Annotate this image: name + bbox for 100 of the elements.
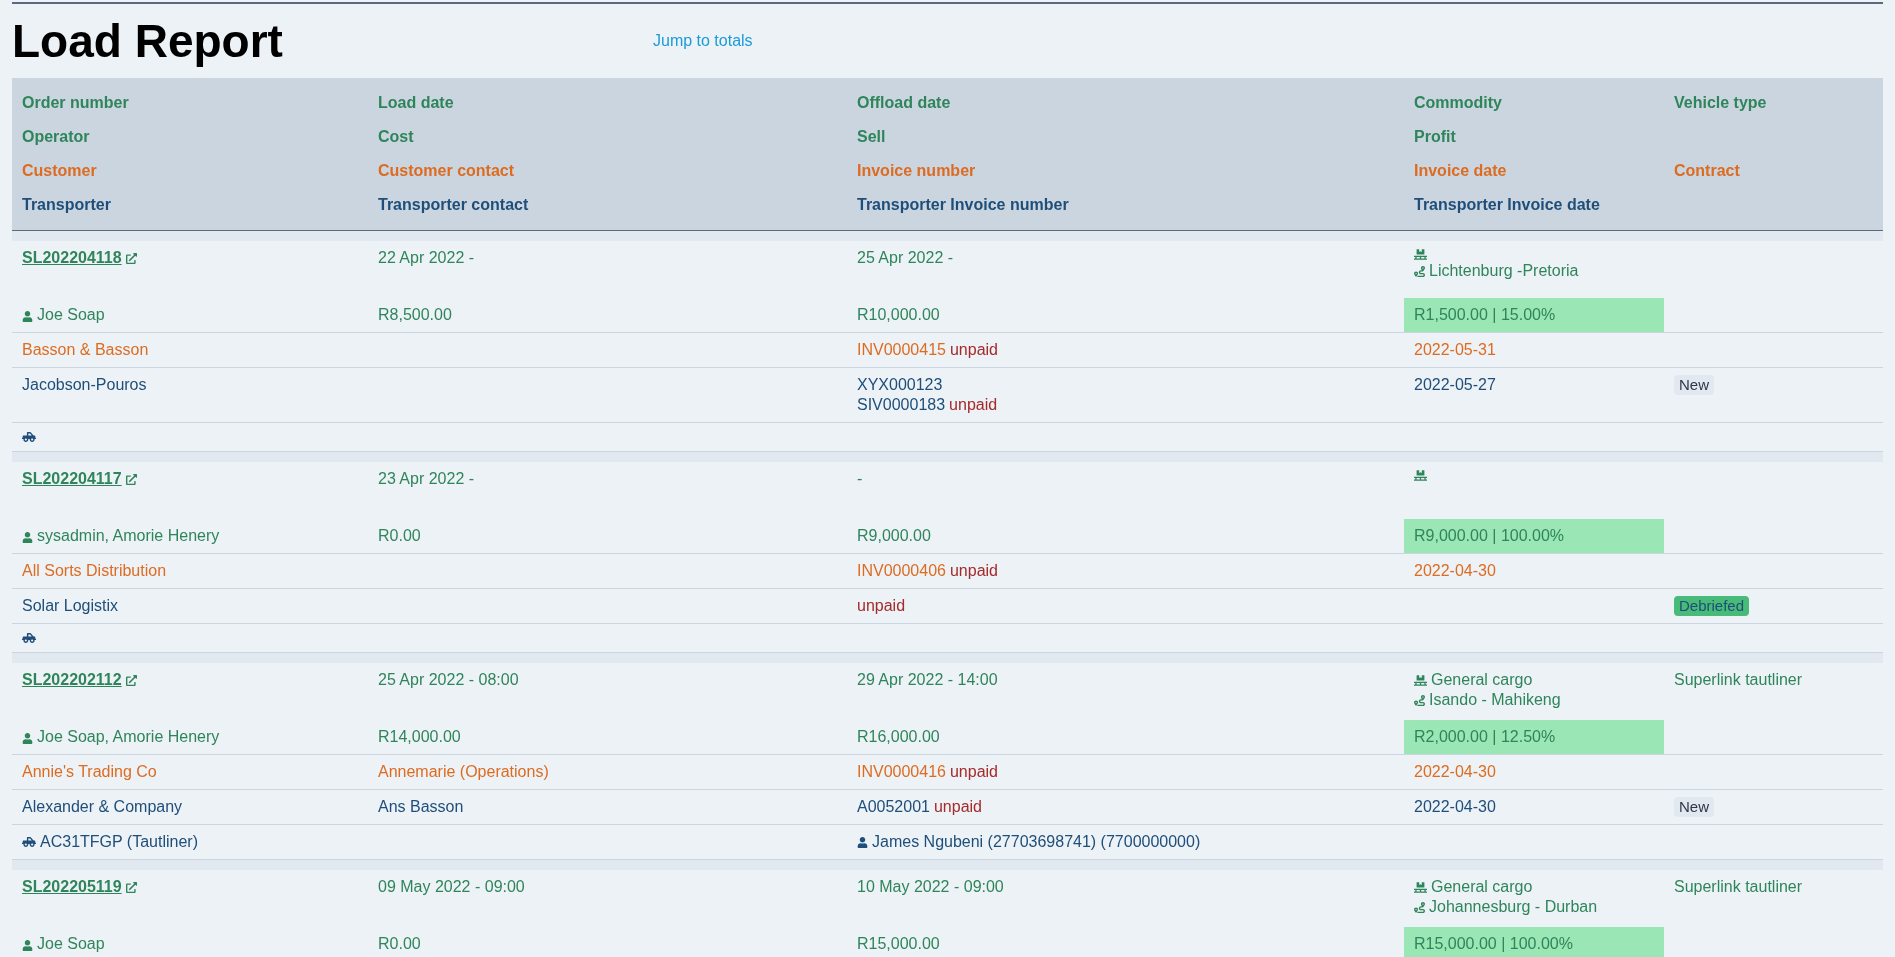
person-icon (857, 836, 868, 848)
profit-cell: R9,000.00 | 100.00% (1404, 519, 1664, 553)
pallet-icon (1414, 469, 1427, 482)
invoice-status: unpaid (949, 561, 998, 581)
cost: R14,000.00 (378, 728, 461, 745)
invoice-number: INV0000406 (857, 561, 946, 581)
invoice-date: 2022-05-31 (1414, 341, 1496, 358)
order-number-link[interactable]: SL202202112 (22, 670, 122, 690)
column-heading: Load date (378, 94, 454, 111)
vehicle-type: Superlink tautliner (1674, 878, 1803, 895)
person-icon (22, 732, 33, 744)
column-heading: Customer contact (378, 162, 515, 179)
vehicle-type: Superlink tautliner (1674, 671, 1803, 688)
invoice-status: unpaid (949, 762, 998, 782)
status-badge: New (1674, 375, 1714, 395)
transporter-invoice-status: unpaid (949, 395, 998, 415)
jump-to-totals-link[interactable]: Jump to totals (653, 29, 753, 53)
transporter-invoice-status: unpaid (933, 797, 982, 817)
column-heading: Transporter Invoice number (857, 196, 1069, 213)
load-date: 09 May 2022 - 09:00 (378, 878, 525, 895)
external-link-icon[interactable] (125, 253, 137, 264)
transporter: Alexander & Company (22, 798, 183, 815)
transporter-contact: Ans Basson (378, 798, 464, 815)
sell: R10,000.00 (857, 306, 940, 323)
external-link-icon[interactable] (125, 882, 137, 893)
person-icon (22, 531, 33, 543)
column-heading: Customer (22, 162, 97, 179)
commodity: General cargo (1431, 877, 1533, 897)
profit-cell: R1,500.00 | 15.00% (1404, 298, 1664, 332)
order-number-link[interactable]: SL202204117 (22, 469, 122, 489)
invoice-number: INV0000416 (857, 762, 946, 782)
profit-cell: R15,000.00 | 100.00% (1404, 927, 1664, 957)
offload-date: - (857, 470, 863, 487)
customer: All Sorts Distribution (22, 562, 167, 579)
vehicle: AC31TFGP (Tautliner) (40, 832, 198, 852)
transporter: Solar Logistix (22, 597, 119, 614)
status-badge: New (1674, 797, 1714, 817)
pallet-icon (1414, 673, 1427, 687)
column-heading: Cost (378, 128, 414, 145)
external-link-icon[interactable] (125, 675, 137, 686)
operator: sysadmin, Amorie Henery (37, 526, 220, 546)
driver: James Ngubeni (27703698741) (7700000000) (872, 832, 1201, 852)
order-number-link[interactable]: SL202204118 (22, 248, 122, 268)
customer-contact: Annemarie (Operations) (378, 763, 549, 780)
route-icon (1414, 694, 1425, 706)
transporter-invoice-date: 2022-05-27 (1414, 376, 1496, 393)
column-heading: Invoice number (857, 162, 976, 179)
invoice-date: 2022-04-30 (1414, 562, 1496, 579)
offload-date: 10 May 2022 - 09:00 (857, 878, 1004, 895)
pallet-icon (1414, 880, 1427, 894)
column-heading: Order number (22, 94, 129, 111)
order-number-link[interactable]: SL202205119 (22, 877, 122, 897)
commodity: General cargo (1431, 670, 1533, 690)
route: Isando - Mahikeng (1429, 690, 1561, 710)
operator: Joe Soap (37, 305, 105, 325)
truck-icon (22, 835, 36, 849)
sell: R9,000.00 (857, 527, 931, 544)
invoice-date: 2022-04-30 (1414, 763, 1496, 780)
transporter-invoice-number: SIV0000183 (857, 395, 946, 415)
load-date: 23 Apr 2022 - (378, 470, 475, 487)
column-heading: Invoice date (1414, 162, 1507, 179)
offload-date: 25 Apr 2022 - (857, 249, 954, 266)
person-icon (22, 310, 33, 322)
invoice-number: INV0000415 (857, 340, 946, 360)
transporter-invoice-status: unpaid (857, 596, 906, 616)
person-icon (22, 939, 33, 951)
status-badge: Debriefed (1674, 596, 1750, 616)
cost: R0.00 (378, 527, 421, 544)
route-icon (1414, 265, 1425, 277)
customer: Basson & Basson (22, 341, 149, 358)
column-heading: Contract (1674, 162, 1740, 179)
column-heading: Offload date (857, 94, 951, 111)
operator: Joe Soap (37, 934, 105, 954)
column-heading: Transporter contact (378, 196, 529, 213)
transporter-invoice-date: 2022-04-30 (1414, 798, 1496, 815)
profit-cell: R2,000.00 | 12.50% (1404, 720, 1664, 754)
sell: R16,000.00 (857, 728, 940, 745)
column-heading: Commodity (1414, 94, 1502, 111)
pallet-icon (1414, 248, 1427, 261)
operator: Joe Soap, Amorie Henery (37, 727, 220, 747)
column-heading: Profit (1414, 128, 1456, 145)
external-link-icon[interactable] (125, 474, 137, 485)
truck-icon (22, 631, 36, 645)
route-icon (1414, 901, 1425, 913)
column-heading: Vehicle type (1674, 94, 1767, 111)
column-heading: Operator (22, 128, 90, 145)
cost: R0.00 (378, 935, 421, 952)
route: Lichtenburg -Pretoria (1429, 261, 1579, 281)
column-heading: Transporter (22, 196, 111, 213)
column-heading: Transporter Invoice date (1414, 196, 1600, 213)
transporter-invoice-number: XYX000123 (857, 375, 943, 395)
transporter-invoice-number: A0052001 (857, 797, 930, 817)
invoice-status: unpaid (949, 340, 998, 360)
truck-icon (22, 430, 36, 444)
offload-date: 29 Apr 2022 - 14:00 (857, 671, 998, 688)
route: Johannesburg - Durban (1429, 897, 1598, 917)
load-date: 22 Apr 2022 - (378, 249, 475, 266)
sell: R15,000.00 (857, 935, 940, 952)
cost: R8,500.00 (378, 306, 452, 323)
load-date: 25 Apr 2022 - 08:00 (378, 671, 519, 688)
